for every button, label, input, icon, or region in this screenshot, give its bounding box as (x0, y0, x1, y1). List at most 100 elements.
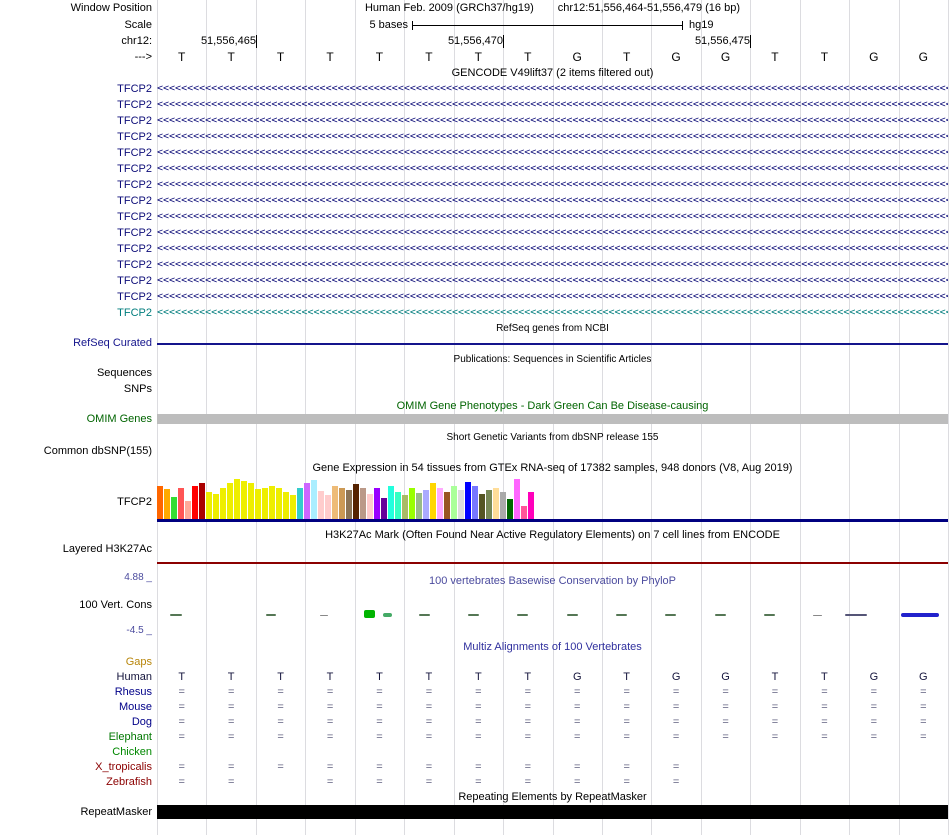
gtex-tissue-bar[interactable] (465, 482, 471, 519)
gtex-tissue-bar[interactable] (234, 479, 240, 519)
gtex-tissue-bar[interactable] (304, 483, 310, 519)
gencode-item-label[interactable]: TFCP2 (0, 177, 152, 193)
gencode-item-label[interactable]: TFCP2 (0, 209, 152, 225)
multiz-species-label[interactable]: Elephant (0, 730, 152, 745)
gtex-tissue-bar[interactable] (514, 479, 520, 519)
gtex-tissue-bar[interactable] (472, 486, 478, 519)
gencode-item-label[interactable]: TFCP2 (0, 161, 152, 177)
gtex-tissue-bar[interactable] (157, 486, 163, 519)
gtex-tissue-bar[interactable] (493, 488, 499, 519)
gtex-tissue-bar[interactable] (528, 492, 534, 519)
gencode-item-label[interactable]: TFCP2 (0, 129, 152, 145)
multiz-species-label[interactable]: Mouse (0, 700, 152, 715)
gencode-transcript[interactable]: <<<<<<<<<<<<<<<<<<<<<<<<<<<<<<<<<<<<<<<<… (157, 129, 948, 145)
gtex-tissue-bar[interactable] (325, 495, 331, 519)
omim-gene-item[interactable] (157, 414, 948, 424)
gtex-tissue-bar[interactable] (500, 492, 506, 519)
gtex-tissue-bar[interactable] (486, 490, 492, 519)
gtex-tissue-bar[interactable] (416, 493, 422, 519)
h3k27ac-track-label[interactable]: Layered H3K27Ac (0, 543, 152, 556)
gtex-tissue-bar[interactable] (199, 483, 205, 519)
gtex-tissue-bar[interactable] (409, 488, 415, 519)
gtex-tissue-bar[interactable] (311, 480, 317, 519)
gtex-tissue-bar[interactable] (262, 488, 268, 519)
gtex-tissue-bar[interactable] (381, 498, 387, 519)
gtex-tissue-bar[interactable] (479, 494, 485, 519)
gtex-tissue-bar[interactable] (388, 486, 394, 519)
gencode-transcript[interactable]: <<<<<<<<<<<<<<<<<<<<<<<<<<<<<<<<<<<<<<<<… (157, 305, 948, 321)
gencode-item-label[interactable]: TFCP2 (0, 273, 152, 289)
gencode-transcript[interactable]: <<<<<<<<<<<<<<<<<<<<<<<<<<<<<<<<<<<<<<<<… (157, 145, 948, 161)
gtex-tissue-bar[interactable] (437, 488, 443, 519)
gtex-tissue-bar[interactable] (507, 499, 513, 519)
gtex-tissue-bar[interactable] (241, 481, 247, 519)
gencode-transcript[interactable]: <<<<<<<<<<<<<<<<<<<<<<<<<<<<<<<<<<<<<<<<… (157, 113, 948, 129)
gtex-tissue-bar[interactable] (360, 488, 366, 519)
gencode-item-label[interactable]: TFCP2 (0, 225, 152, 241)
gtex-tissue-bar[interactable] (192, 486, 198, 519)
refseq-curated-item[interactable] (157, 343, 948, 345)
gencode-item-label[interactable]: TFCP2 (0, 113, 152, 129)
gtex-tissue-bar[interactable] (339, 488, 345, 519)
gtex-tissue-bar[interactable] (346, 490, 352, 519)
gencode-item-label[interactable]: TFCP2 (0, 81, 152, 97)
gtex-tissue-bar[interactable] (206, 492, 212, 519)
repeatmasker-track-label[interactable]: RepeatMasker (0, 806, 152, 819)
gencode-transcript[interactable]: <<<<<<<<<<<<<<<<<<<<<<<<<<<<<<<<<<<<<<<<… (157, 177, 948, 193)
gencode-transcript[interactable]: <<<<<<<<<<<<<<<<<<<<<<<<<<<<<<<<<<<<<<<<… (157, 273, 948, 289)
h3k27ac-signal[interactable] (157, 562, 948, 564)
gtex-tissue-bar[interactable] (185, 501, 191, 519)
gencode-item-label[interactable]: TFCP2 (0, 257, 152, 273)
gencode-transcript[interactable]: <<<<<<<<<<<<<<<<<<<<<<<<<<<<<<<<<<<<<<<<… (157, 289, 948, 305)
multiz-species-label[interactable]: Rhesus (0, 685, 152, 700)
gtex-baseline[interactable] (157, 519, 948, 522)
gencode-item-label[interactable]: TFCP2 (0, 97, 152, 113)
gtex-tissue-bar[interactable] (353, 484, 359, 519)
gtex-tissue-bar[interactable] (164, 489, 170, 519)
gencode-transcript[interactable]: <<<<<<<<<<<<<<<<<<<<<<<<<<<<<<<<<<<<<<<<… (157, 81, 948, 97)
gtex-tissue-bar[interactable] (178, 488, 184, 519)
gencode-transcript[interactable]: <<<<<<<<<<<<<<<<<<<<<<<<<<<<<<<<<<<<<<<<… (157, 225, 948, 241)
gtex-tissue-bar[interactable] (367, 494, 373, 519)
gencode-item-label[interactable]: TFCP2 (0, 289, 152, 305)
gtex-tissue-bar[interactable] (332, 486, 338, 519)
gtex-tissue-bar[interactable] (374, 488, 380, 519)
gtex-tissue-bar[interactable] (297, 488, 303, 519)
multiz-species-label[interactable]: Dog (0, 715, 152, 730)
gtex-tissue-bar[interactable] (213, 494, 219, 519)
gtex-gene-label[interactable]: TFCP2 (0, 496, 152, 509)
gencode-transcript[interactable]: <<<<<<<<<<<<<<<<<<<<<<<<<<<<<<<<<<<<<<<<… (157, 193, 948, 209)
multiz-species-label[interactable]: Human (0, 670, 152, 685)
gtex-tissue-bar[interactable] (255, 489, 261, 519)
gencode-transcript[interactable]: <<<<<<<<<<<<<<<<<<<<<<<<<<<<<<<<<<<<<<<<… (157, 209, 948, 225)
gtex-tissue-bar[interactable] (290, 495, 296, 519)
refseq-curated-label[interactable]: RefSeq Curated (0, 337, 152, 350)
dbsnp-track-label[interactable]: Common dbSNP(155) (0, 445, 152, 458)
gtex-tissue-bar[interactable] (227, 483, 233, 519)
gencode-transcript[interactable]: <<<<<<<<<<<<<<<<<<<<<<<<<<<<<<<<<<<<<<<<… (157, 161, 948, 177)
gtex-tissue-bar[interactable] (521, 506, 527, 519)
multiz-species-label[interactable]: Zebrafish (0, 775, 152, 790)
gtex-tissue-bar[interactable] (269, 486, 275, 519)
gtex-tissue-bar[interactable] (248, 483, 254, 519)
gtex-tissue-bar[interactable] (430, 483, 436, 519)
gtex-tissue-bar[interactable] (220, 488, 226, 519)
gtex-tissue-bar[interactable] (171, 497, 177, 519)
conservation-track-label[interactable]: 100 Vert. Cons (0, 599, 152, 612)
gencode-transcript[interactable]: <<<<<<<<<<<<<<<<<<<<<<<<<<<<<<<<<<<<<<<<… (157, 257, 948, 273)
gencode-item-label[interactable]: TFCP2 (0, 145, 152, 161)
gtex-tissue-bar[interactable] (451, 486, 457, 519)
gencode-transcript[interactable]: <<<<<<<<<<<<<<<<<<<<<<<<<<<<<<<<<<<<<<<<… (157, 97, 948, 113)
sequences-track-label[interactable]: Sequences (0, 367, 152, 380)
snps-track-label[interactable]: SNPs (0, 383, 152, 396)
multiz-species-label[interactable]: Gaps (0, 655, 152, 670)
gtex-tissue-bar[interactable] (423, 490, 429, 519)
gtex-tissue-bar[interactable] (276, 488, 282, 519)
multiz-species-label[interactable]: X_tropicalis (0, 760, 152, 775)
gencode-item-label[interactable]: TFCP2 (0, 193, 152, 209)
multiz-species-label[interactable]: Chicken (0, 745, 152, 760)
gencode-transcript[interactable]: <<<<<<<<<<<<<<<<<<<<<<<<<<<<<<<<<<<<<<<<… (157, 241, 948, 257)
gtex-tissue-bar[interactable] (402, 495, 408, 519)
repeatmasker-item[interactable] (157, 805, 948, 819)
gtex-tissue-bar[interactable] (318, 491, 324, 519)
